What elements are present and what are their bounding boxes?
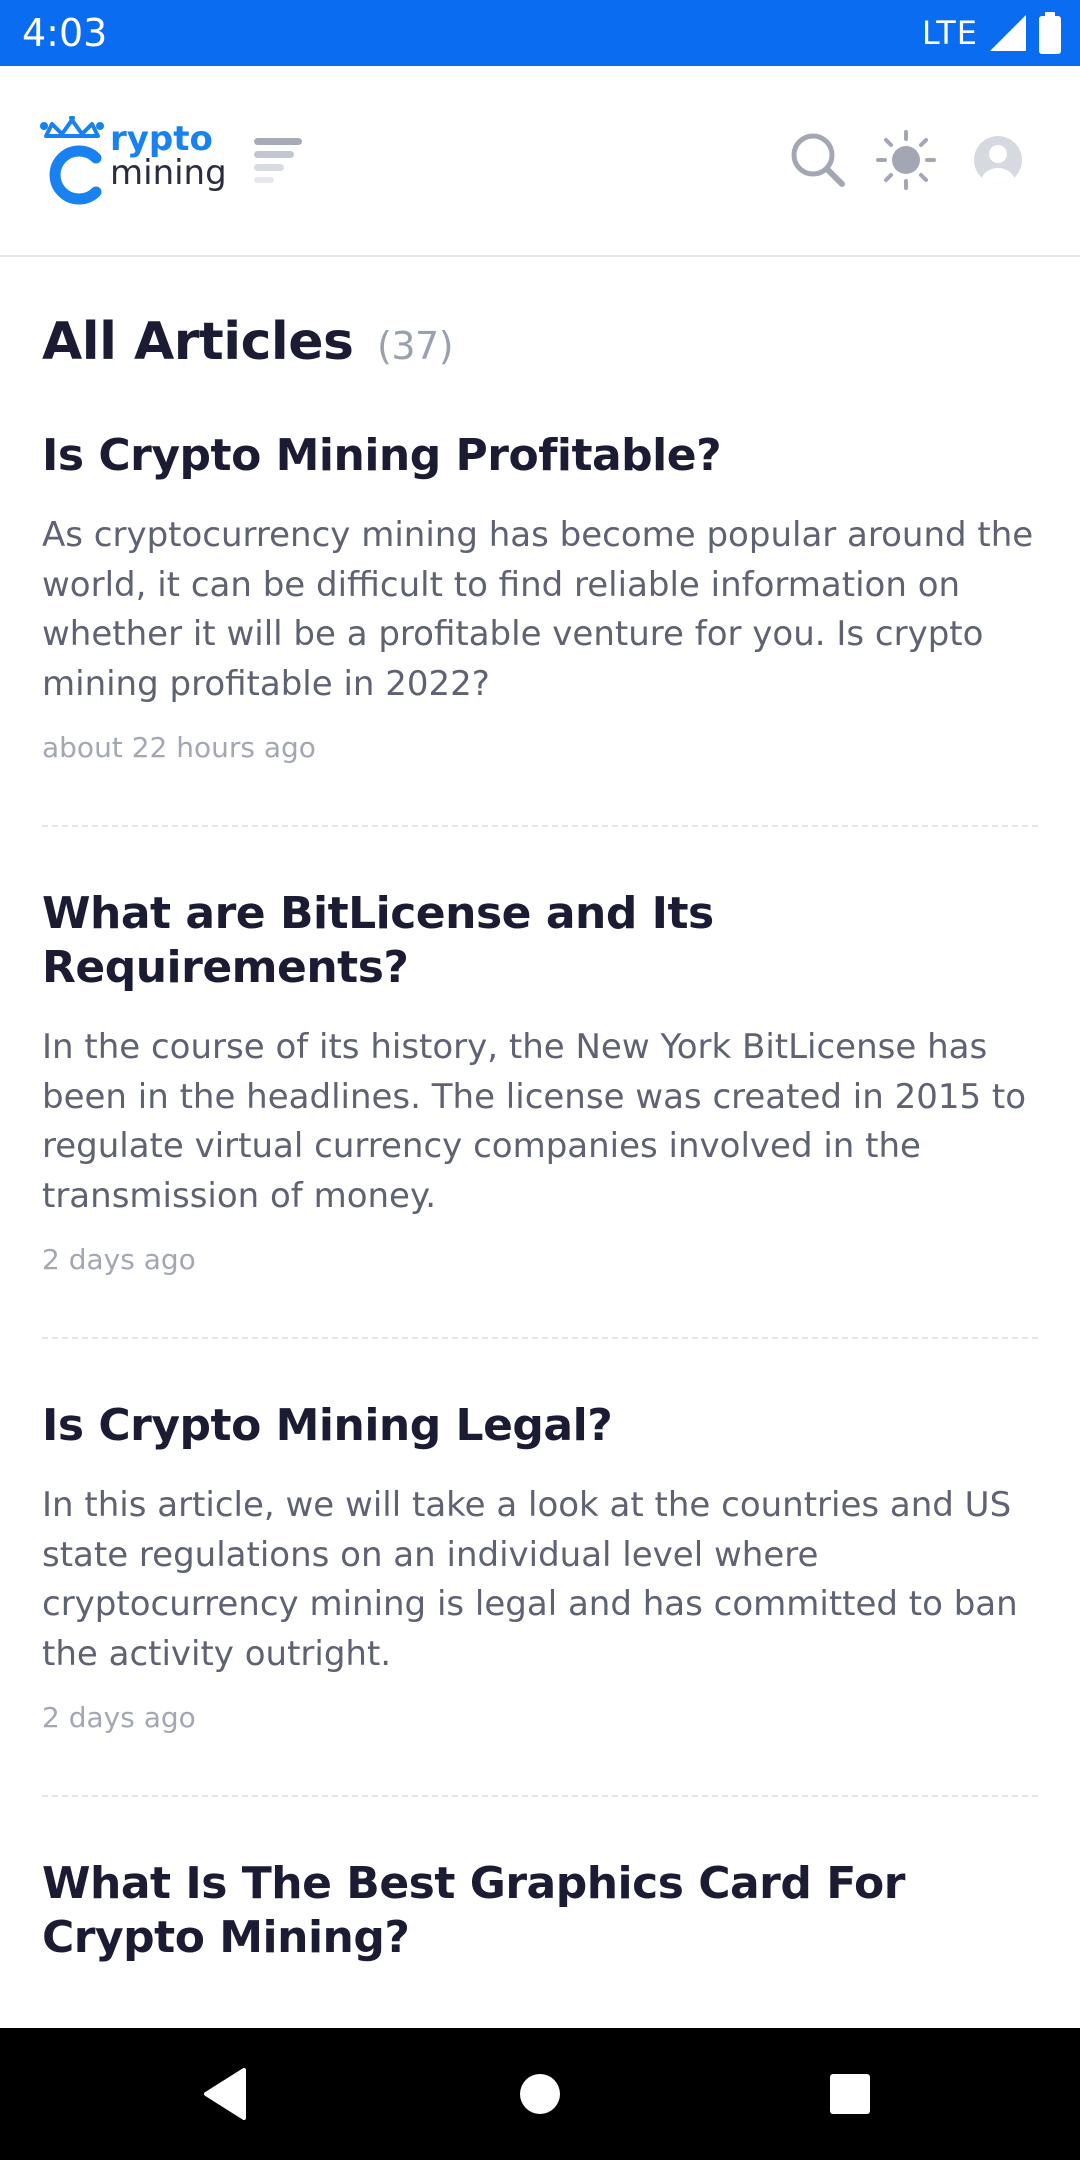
article-card[interactable]: Is Crypto Mining Legal? In this article,… xyxy=(42,1399,1038,1797)
page-title-text: All Articles xyxy=(42,312,354,372)
network-type: LTE xyxy=(921,14,978,52)
status-indicators: LTE xyxy=(922,10,1062,56)
app-header: rypto mining xyxy=(0,66,1080,257)
user-avatar-icon xyxy=(974,136,1022,184)
menu-button[interactable] xyxy=(252,134,306,184)
article-excerpt: As cryptocurrency mining has become popu… xyxy=(42,515,1034,704)
article-timestamp: 2 days ago xyxy=(42,1701,196,1734)
system-nav-bar xyxy=(0,2028,1080,2160)
battery-icon xyxy=(1039,12,1061,54)
recents-button[interactable] xyxy=(820,2064,880,2124)
article-excerpt: In the course of its history, the New Yo… xyxy=(42,1027,1027,1216)
article-timestamp: about 22 hours ago xyxy=(42,731,316,764)
user-avatar-button[interactable] xyxy=(968,130,1028,190)
article-title[interactable]: What are BitLicense and Its Requirements… xyxy=(42,887,1038,995)
menu-icon xyxy=(254,138,302,183)
articles-section: All Articles (37) Is Crypto Mining Profi… xyxy=(42,257,1038,1965)
article-card[interactable]: Is Crypto Mining Profitable? As cryptocu… xyxy=(42,429,1038,827)
back-icon xyxy=(204,2068,246,2120)
recents-icon xyxy=(830,2074,870,2114)
home-button[interactable] xyxy=(510,2064,570,2124)
screen: 4:03 LTE rypto mining All Articles (37) … xyxy=(0,0,1080,2160)
search-button[interactable] xyxy=(788,130,848,190)
article-card[interactable]: What are BitLicense and Its Requirements… xyxy=(42,887,1038,1339)
article-timestamp: 2 days ago xyxy=(42,1243,196,1276)
article-excerpt: In this article, we will take a look at … xyxy=(42,1485,1018,1674)
crypto-mining-logo[interactable]: rypto mining xyxy=(38,116,227,206)
article-title[interactable]: What Is The Best Graphics Card For Crypt… xyxy=(42,1857,1038,1965)
status-bar: 4:03 LTE xyxy=(0,0,1080,66)
logo-text-line1: rypto xyxy=(110,119,213,159)
article-title[interactable]: Is Crypto Mining Profitable? xyxy=(42,429,1038,483)
logo-text-line2: mining xyxy=(110,153,227,193)
search-icon xyxy=(791,133,845,187)
sun-icon xyxy=(876,130,936,190)
article-title[interactable]: Is Crypto Mining Legal? xyxy=(42,1399,1038,1453)
article-card[interactable]: What Is The Best Graphics Card For Crypt… xyxy=(42,1857,1038,1965)
logo-c-icon xyxy=(40,116,104,205)
home-icon xyxy=(520,2074,560,2114)
page-title: All Articles (37) xyxy=(42,311,1038,377)
signal-icon xyxy=(990,15,1026,51)
logo-text: rypto mining xyxy=(110,122,227,190)
article-count: (37) xyxy=(377,324,454,368)
theme-toggle-button[interactable] xyxy=(876,130,936,190)
back-button[interactable] xyxy=(196,2064,256,2124)
status-time: 4:03 xyxy=(22,11,108,55)
